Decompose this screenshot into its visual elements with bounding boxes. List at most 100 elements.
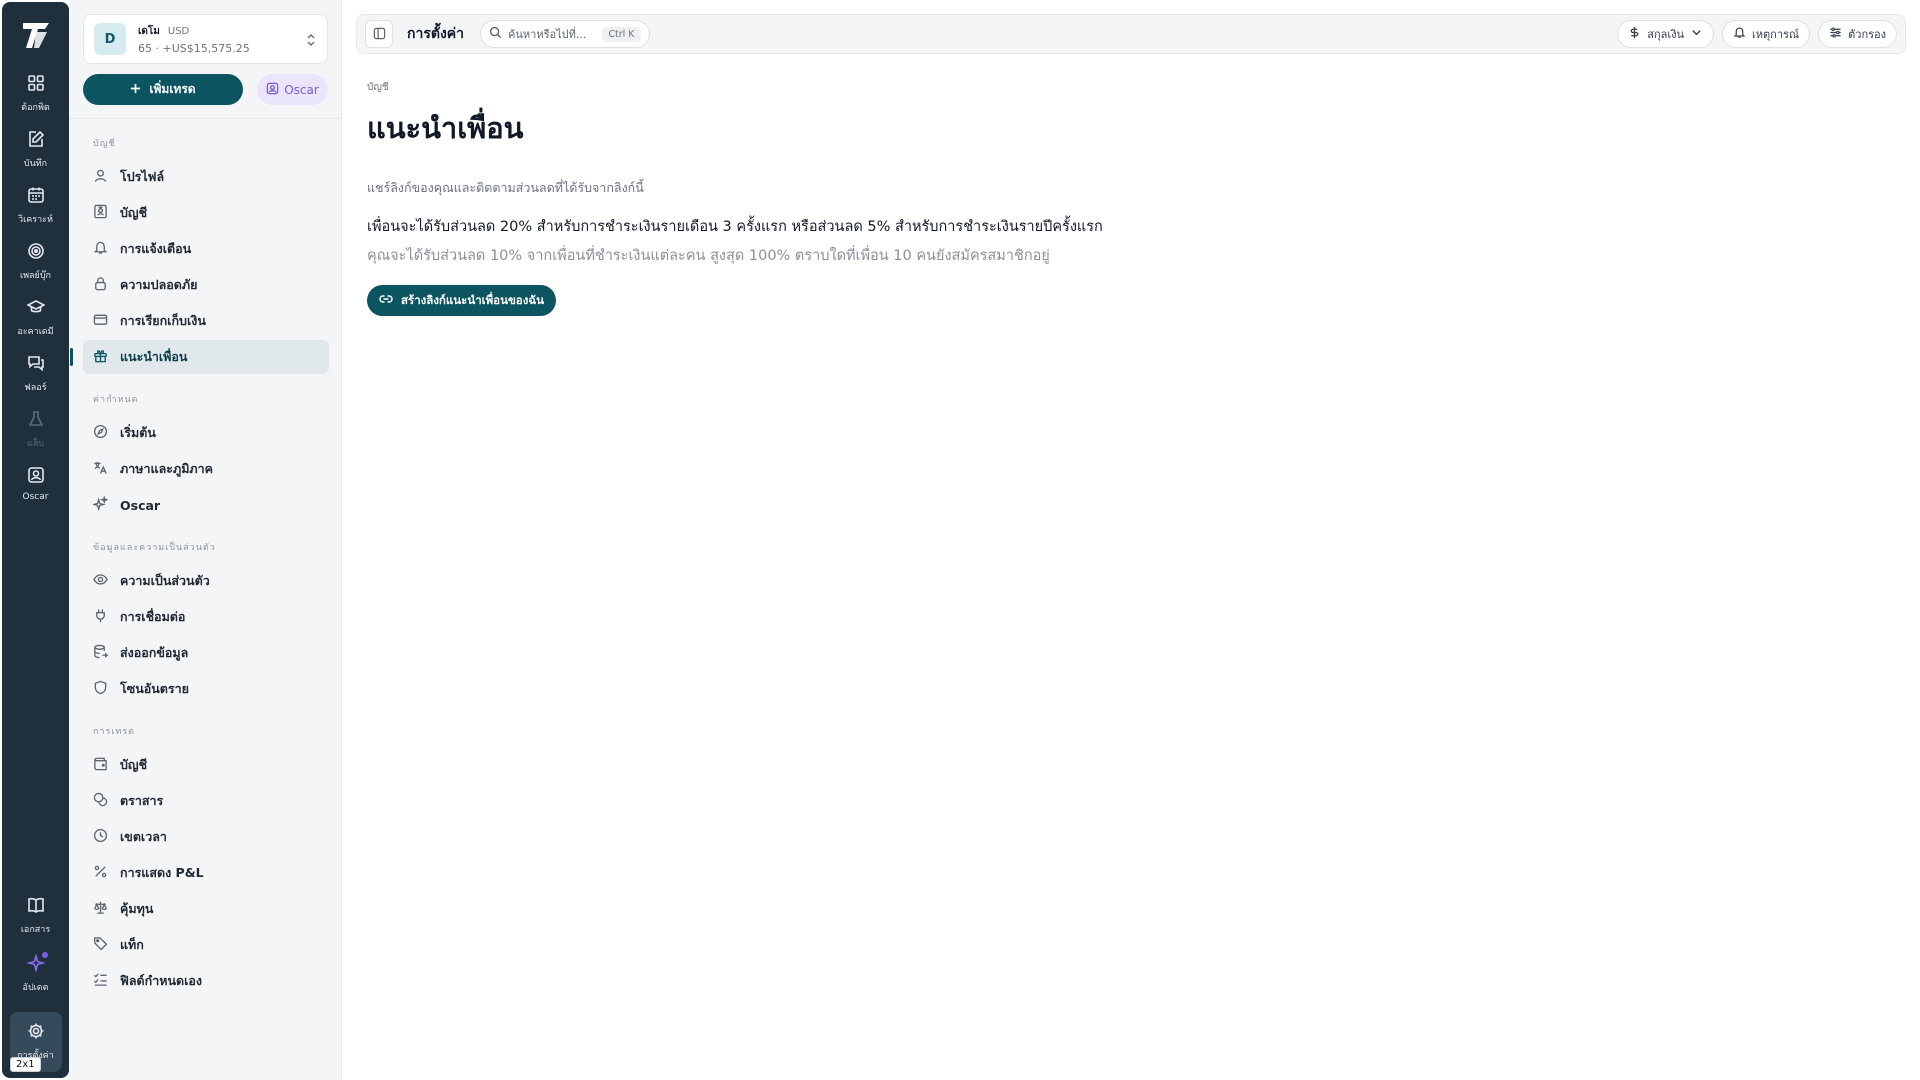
top-bar-actions: สกุลเงิน เหตุการณ์ ตัวกรอง xyxy=(1617,20,1897,48)
currency-label: สกุลเงิน xyxy=(1647,28,1685,41)
nav-section-title: ค่ากำหนด xyxy=(93,395,139,405)
search-input[interactable]: ค้นหาหรือไปที่... Ctrl K xyxy=(480,20,650,48)
nav-item-export-data[interactable]: ส่งออกข้อมูล xyxy=(83,636,329,670)
list-checks-icon xyxy=(93,972,108,990)
rail-label: วิเคราะห์ xyxy=(18,215,53,225)
add-trade-button[interactable]: เพิ่มเทรด xyxy=(83,74,243,105)
rail-item-journal[interactable]: บันทึก xyxy=(8,130,64,170)
nav-label: ตราสาร xyxy=(120,793,164,808)
zoom-badge: 2x1 xyxy=(10,1057,41,1072)
oscar-button[interactable]: Oscar xyxy=(257,74,328,105)
coins-icon xyxy=(93,792,108,810)
rail-item-floor[interactable]: ฟลอร์ xyxy=(8,354,64,394)
settings-nav: บัญชี โปรไฟล์ บัญชี การแจ้งเตือน ความปลอ… xyxy=(70,136,329,1000)
sidebar-toggle-button[interactable] xyxy=(365,20,393,48)
main-content: บัญชี แนะนำเพื่อน แชร์ลิงก์ของคุณและติดต… xyxy=(367,80,1767,316)
rail-label: เอกสาร xyxy=(20,925,51,935)
nav-section-title: ข้อมูลและความเป็นส่วนตัว xyxy=(93,543,216,553)
rail-item-analysis[interactable]: วิเคราะห์ xyxy=(8,186,64,226)
rail-item-docs[interactable]: เอกสาร xyxy=(8,896,64,936)
nav-item-notifications[interactable]: การแจ้งเตือน xyxy=(83,232,329,266)
nav-item-danger-zone[interactable]: โซนอันตราย xyxy=(83,672,329,706)
lock-icon xyxy=(93,276,108,294)
create-referral-link-label: สร้างลิงก์แนะนำเพื่อนของฉัน xyxy=(401,294,545,307)
nav-item-instruments[interactable]: ตราสาร xyxy=(83,784,329,818)
scale-icon xyxy=(93,900,108,918)
events-button[interactable]: เหตุการณ์ xyxy=(1722,20,1811,48)
top-bar: การตั้งค่า ค้นหาหรือไปที่... Ctrl K สกุล… xyxy=(356,14,1906,54)
rail-label: Oscar xyxy=(22,492,49,502)
gift-icon xyxy=(93,348,108,366)
rail-item-updates[interactable]: อัปเดต xyxy=(8,952,64,994)
sparkles-icon xyxy=(91,495,109,514)
chevron-updown-icon xyxy=(305,32,317,47)
nav-item-refer-friend[interactable]: แนะนำเพื่อน xyxy=(70,340,329,374)
nav-label: บัญชี xyxy=(120,205,148,220)
target-icon xyxy=(27,242,45,264)
plug-icon xyxy=(93,608,108,626)
nav-label: โซนอันตราย xyxy=(120,681,189,696)
breadcrumb: บัญชี xyxy=(367,82,389,93)
referral-your-reward: คุณจะได้รับส่วนลด 10% จากเพื่อนที่ชำระเง… xyxy=(367,248,1050,264)
credit-card-icon xyxy=(93,312,108,330)
chevron-down-icon xyxy=(1690,26,1703,42)
rail-label: แล็บ xyxy=(26,439,45,449)
app-logo-icon[interactable] xyxy=(19,18,53,52)
nav-gap xyxy=(83,376,329,392)
nav-label: ความปลอดภัย xyxy=(120,277,198,292)
nav-label: บัญชี xyxy=(120,757,148,772)
nav-item-timezone[interactable]: เขตเวลา xyxy=(83,820,329,854)
id-card-icon xyxy=(93,204,108,222)
rail-item-lab[interactable]: แล็บ xyxy=(8,410,64,450)
nav-item-oscar[interactable]: Oscar xyxy=(83,488,329,522)
translate-icon xyxy=(93,460,108,478)
nav-gap xyxy=(83,708,329,724)
flask-icon xyxy=(27,410,45,432)
rail-item-playbook[interactable]: เพลย์บุ๊ก xyxy=(8,242,64,282)
nav-item-tags[interactable]: แท็ก xyxy=(83,928,329,962)
add-trade-label: เพิ่มเทรด xyxy=(149,82,196,96)
nav-item-pnl-display[interactable]: การแสดง P&L xyxy=(83,856,329,890)
rail-label: อัปเดต xyxy=(22,983,49,993)
account-switcher[interactable]: D เดโม USD 65 · +US$15,575.25 xyxy=(83,14,328,64)
rail-item-academy[interactable]: อะคาเดมี xyxy=(8,298,64,338)
nav-gap xyxy=(83,524,329,540)
nav-item-custom-fields[interactable]: ฟิลด์กำหนดเอง xyxy=(83,964,329,998)
nav-label: ภาษาและภูมิภาค xyxy=(120,461,214,476)
rail-label: อะคาเดมี xyxy=(17,327,54,337)
filter-button[interactable]: ตัวกรอง xyxy=(1818,20,1897,48)
panel-left-icon xyxy=(373,25,386,44)
nav-item-privacy[interactable]: ความเป็นส่วนตัว xyxy=(83,564,329,598)
create-referral-link-button[interactable]: สร้างลิงก์แนะนำเพื่อนของฉัน xyxy=(367,285,557,316)
nav-item-breakeven[interactable]: คุ้มทุน xyxy=(83,892,329,926)
nav-item-language-region[interactable]: ภาษาและภูมิภาค xyxy=(83,452,329,486)
nav-item-start[interactable]: เริ่มต้น xyxy=(83,416,329,450)
link-icon xyxy=(379,292,393,309)
dashboard-icon xyxy=(27,74,45,96)
page-section-title: การตั้งค่า xyxy=(407,26,465,42)
academy-icon xyxy=(25,298,46,320)
oscar-icon xyxy=(27,466,45,488)
account-currency: USD xyxy=(167,25,190,37)
rail-item-oscar[interactable]: Oscar xyxy=(8,466,64,502)
rail-label: ต้อกพิต xyxy=(21,103,50,113)
nav-item-account[interactable]: บัญชี xyxy=(83,196,329,230)
currency-dropdown[interactable]: สกุลเงิน xyxy=(1617,20,1715,48)
sparkle-icon xyxy=(25,952,48,976)
rail-label: บันทึก xyxy=(23,159,48,169)
filter-label: ตัวกรอง xyxy=(1848,28,1886,41)
nav-item-profile[interactable]: โปรไฟล์ xyxy=(83,160,329,194)
nav-label: การแจ้งเตือน xyxy=(120,241,192,256)
shield-icon xyxy=(93,680,108,698)
rail-item-dashboard[interactable]: ต้อกพิต xyxy=(8,74,64,114)
sidebar-divider xyxy=(69,118,342,119)
nav-item-trading-accounts[interactable]: บัญชี xyxy=(83,748,329,782)
eye-icon xyxy=(93,572,108,590)
search-icon xyxy=(489,26,502,42)
nav-item-security[interactable]: ความปลอดภัย xyxy=(83,268,329,302)
search-shortcut: Ctrl K xyxy=(602,26,641,42)
events-label: เหตุการณ์ xyxy=(1752,28,1800,41)
nav-label: Oscar xyxy=(120,497,161,513)
nav-item-connections[interactable]: การเชื่อมต่อ xyxy=(83,600,329,634)
nav-item-billing[interactable]: การเรียกเก็บเงิน xyxy=(83,304,329,338)
